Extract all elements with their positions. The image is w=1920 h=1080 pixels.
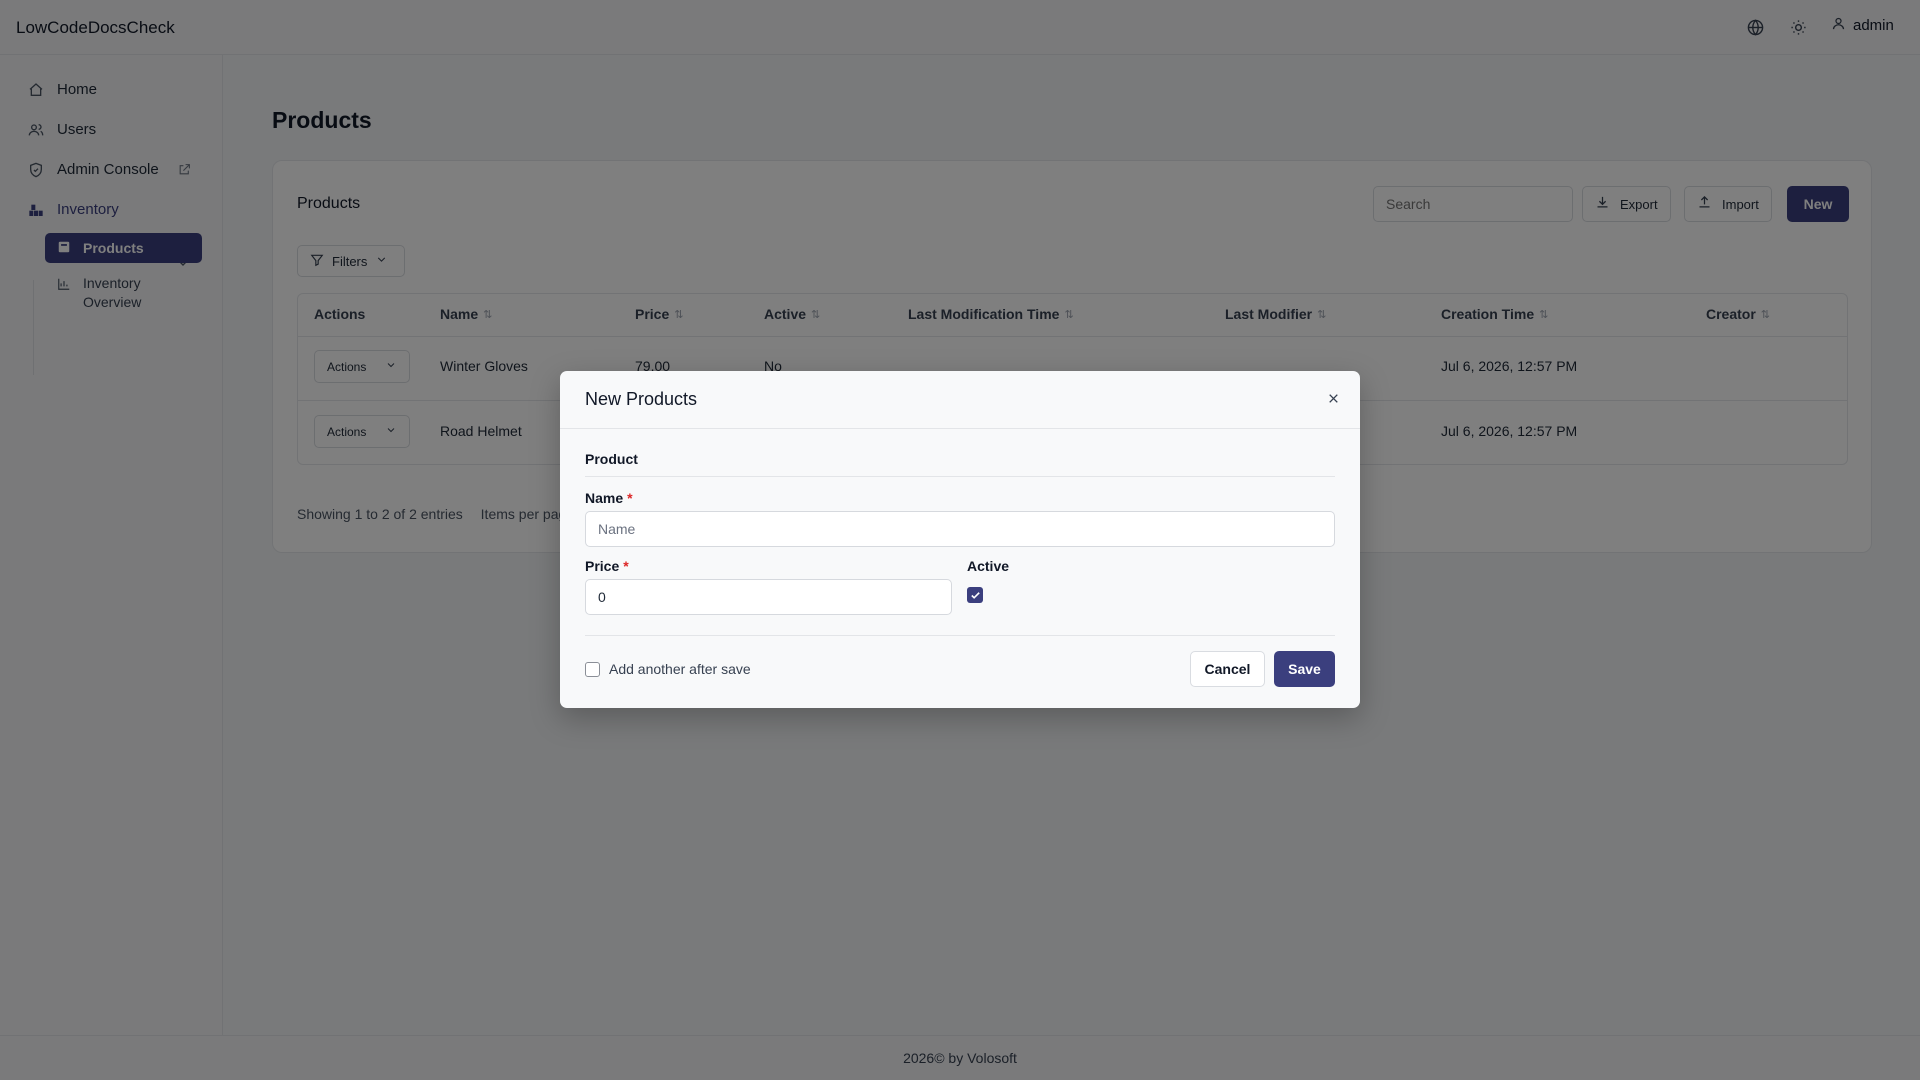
price-field-label: Price * (585, 558, 629, 574)
add-another-label[interactable]: Add another after save (609, 661, 751, 677)
required-mark: * (627, 490, 633, 506)
new-product-modal: New Products Product Name* Price* Active… (560, 371, 1360, 708)
price-input[interactable] (585, 579, 952, 615)
name-input[interactable] (585, 511, 1335, 547)
add-another-checkbox[interactable] (585, 662, 600, 677)
section-title: Product (585, 451, 638, 467)
required-mark: * (623, 558, 629, 574)
active-field-label: Active (967, 558, 1010, 574)
modal-title: New Products (585, 389, 698, 409)
close-icon[interactable] (1324, 389, 1342, 407)
modal-header: New Products (560, 371, 1360, 429)
section-divider (585, 476, 1335, 477)
save-button[interactable]: Save (1274, 651, 1335, 687)
active-checkbox[interactable] (967, 587, 983, 603)
name-field-label: Name * (585, 490, 633, 506)
cancel-button[interactable]: Cancel (1190, 651, 1265, 687)
modal-footer-divider (585, 635, 1335, 636)
